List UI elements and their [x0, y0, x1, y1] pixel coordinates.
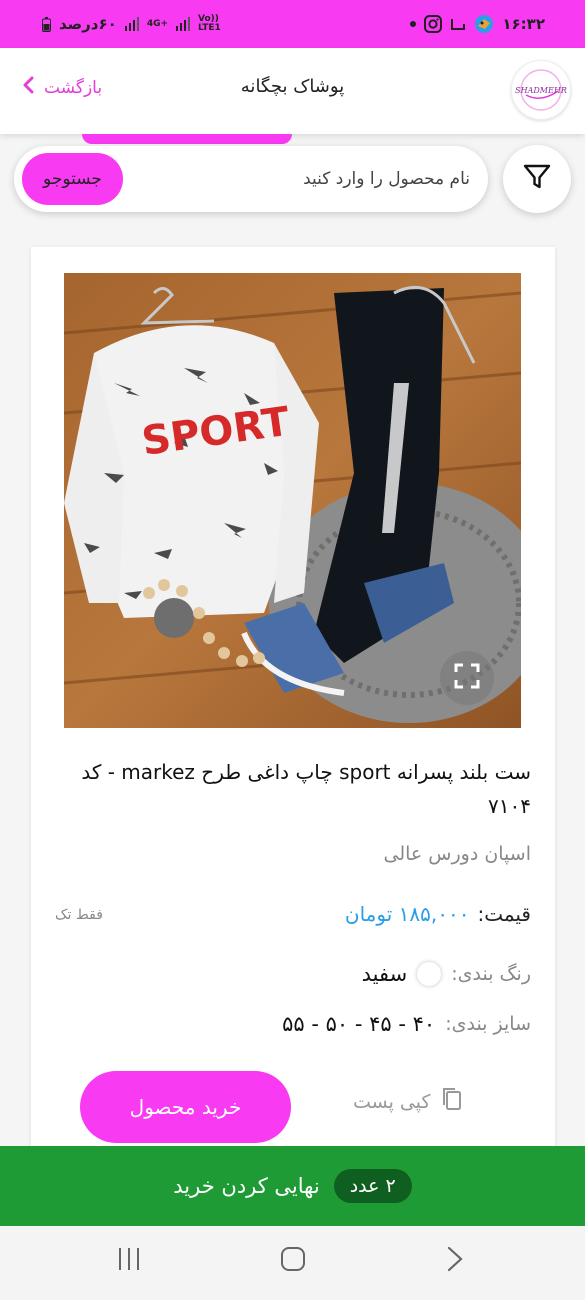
clock-text: ۱۶:۳۲ [502, 15, 545, 33]
product-card: SPORT ست بلند پسرانه sport چاپ داغی طرح … [31, 247, 555, 1152]
instagram-icon [424, 15, 443, 33]
home-button[interactable] [280, 1246, 306, 1276]
checkout-label: نهایی کردن خرید [173, 1174, 320, 1198]
app-header: SHADMEHR پوشاک بچگانه بازگشت [0, 48, 585, 134]
system-nav-bar [0, 1226, 585, 1300]
status-right: ۱۶:۳۲ [410, 14, 545, 34]
product-subtitle: اسپان دورس عالی [383, 843, 531, 865]
bird-app-icon [474, 14, 494, 34]
size-row: سایز بندی: ۴۰ - ۴۵ - ۵۰ - ۵۵ [282, 1012, 531, 1036]
status-left: ۶۰درصد 4G+ Vo)) LTE1 [42, 15, 226, 33]
search-bar: جستوجو [14, 146, 488, 212]
dot-icon [410, 21, 417, 27]
back-nav-button[interactable] [446, 1246, 464, 1276]
size-value: ۴۰ - ۴۵ - ۵۰ - ۵۵ [282, 1012, 436, 1036]
app-notification-icon [450, 16, 466, 32]
signal-icon [124, 17, 139, 31]
copy-post-button[interactable]: کپی پست [353, 1087, 463, 1116]
color-value: سفید [361, 962, 408, 986]
color-row: رنگ بندی: سفید [362, 962, 531, 986]
copy-post-label: کپی پست [353, 1090, 431, 1113]
battery-text: ۶۰درصد [59, 15, 117, 33]
previous-card-buy-button-edge [82, 134, 292, 144]
search-button[interactable]: جستوجو [22, 153, 123, 205]
color-swatch [417, 962, 442, 986]
filter-icon [522, 162, 552, 196]
filter-button[interactable] [503, 145, 571, 213]
copy-icon [441, 1087, 463, 1116]
chevron-left-icon [22, 76, 34, 99]
stock-note: فقط تک [55, 907, 103, 923]
checkout-bar[interactable]: ۲ عدد نهایی کردن خرید [0, 1146, 585, 1226]
product-title: ست بلند پسرانه sport چاپ داغی طرح markez… [81, 760, 531, 818]
product-image[interactable]: SPORT [64, 273, 521, 728]
price-row: قیمت: ۱۸۵,۰۰۰ تومان [345, 902, 531, 926]
status-bar: ۶۰درصد 4G+ Vo)) LTE1 ۱۶:۳۲ [0, 0, 585, 48]
network-volte-text: Vo)) LTE1 [198, 14, 221, 33]
price-value: ۱۸۵,۰۰۰ تومان [344, 902, 470, 926]
color-label: رنگ بندی: [451, 963, 531, 985]
size-label: سایز بندی: [445, 1013, 531, 1035]
buy-product-button[interactable]: خرید محصول [80, 1071, 291, 1143]
expand-image-button[interactable] [440, 651, 494, 705]
recent-apps-button[interactable] [117, 1246, 141, 1276]
signal-icon [176, 17, 191, 31]
cart-count-badge: ۲ عدد [333, 1169, 412, 1203]
battery-icon [42, 16, 51, 32]
search-input[interactable] [150, 164, 470, 194]
back-label: بازگشت [44, 77, 103, 98]
back-button[interactable]: بازگشت [22, 76, 102, 99]
fullscreen-icon [454, 663, 480, 693]
price-label: قیمت: [477, 902, 531, 926]
network-4g-text: 4G+ [146, 18, 169, 29]
